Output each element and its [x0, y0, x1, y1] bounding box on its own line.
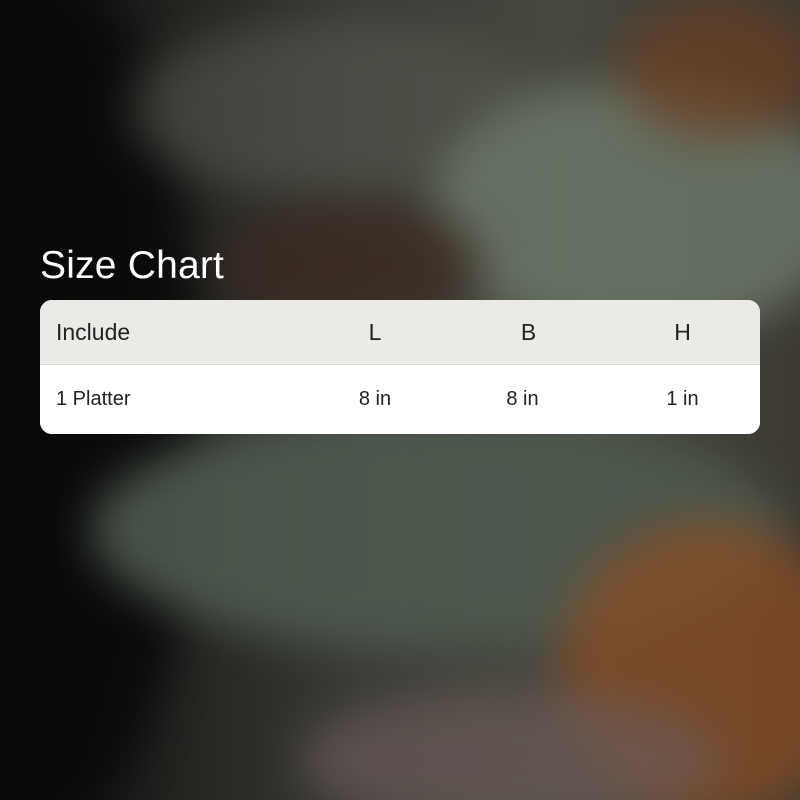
size-chart-table: Include L B H 1 Platter 8 in 8 in 1 in	[40, 300, 760, 434]
cell-length: 8 in	[358, 388, 392, 410]
cell-height: 1 in	[666, 388, 699, 410]
cell-breadth: 8 in	[506, 388, 539, 410]
cell-include: 1 Platter	[56, 388, 131, 410]
header-length: L	[368, 318, 382, 345]
header-include: Include	[56, 318, 131, 345]
header-breadth: B	[520, 318, 537, 345]
header-height: H	[674, 318, 691, 345]
table-header-row: Include L B H	[40, 300, 760, 365]
table-row: 1 Platter 8 in 8 in 1 in	[40, 365, 760, 434]
size-chart-title: Size Chart	[40, 244, 225, 287]
